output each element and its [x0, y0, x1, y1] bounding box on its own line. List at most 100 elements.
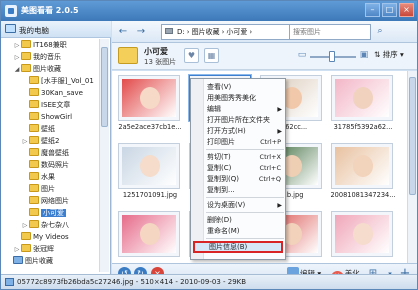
- breadcrumb-separator-icon[interactable]: ›: [249, 28, 252, 36]
- sidebar-header[interactable]: 我的电脑: [1, 21, 111, 38]
- thumbnail-item[interactable]: 2a5e2ace37cb1e...: [118, 75, 182, 133]
- favorite-heart-icon[interactable]: ♥: [184, 48, 199, 63]
- zoom-slider-handle[interactable]: [329, 51, 336, 62]
- menu-item-label: 设为桌面(V): [207, 201, 246, 209]
- menu-item[interactable]: 剪切(T) Ctrl+X: [205, 152, 285, 163]
- menu-item[interactable]: 复制到...: [205, 185, 285, 196]
- folder-icon: [29, 208, 39, 216]
- tree-item[interactable]: 小可爱: [21, 208, 66, 219]
- breadcrumb-segment[interactable]: 小可爱: [224, 25, 249, 39]
- tree-item[interactable]: 图片收藏: [5, 256, 53, 267]
- tree-item[interactable]: 30Kan_save: [21, 88, 83, 99]
- tree-item-label: 小可爱: [41, 209, 66, 217]
- sidebar-scroll-thumb[interactable]: [101, 47, 108, 127]
- tree-item-label: 魔兽壁纸: [41, 149, 69, 157]
- menu-item[interactable]: 用美图秀秀美化: [205, 93, 285, 104]
- thumbnail-caption: 2a5e2ace37cb1e...: [118, 123, 182, 131]
- tree-item[interactable]: My Videos: [13, 232, 69, 243]
- folder-icon: [29, 172, 39, 180]
- back-button[interactable]: ←: [116, 25, 130, 39]
- thumbnail-image[interactable]: [331, 75, 393, 121]
- sidebar-header-label: 我的电脑: [19, 26, 49, 35]
- zoom-out-icon[interactable]: ▭: [296, 49, 308, 61]
- folder-icon: [29, 196, 39, 204]
- tree-expander-icon[interactable]: ▷: [13, 40, 21, 51]
- tree-expander-icon[interactable]: ▷: [21, 220, 29, 231]
- thumbnail-image[interactable]: [331, 211, 393, 257]
- thumbnail-image[interactable]: [118, 75, 180, 121]
- tree-item[interactable]: ISEE文章: [21, 100, 70, 111]
- menu-item[interactable]: 打印图片 Ctrl+P: [205, 137, 285, 148]
- tree-item[interactable]: ▷ 我的音乐: [13, 52, 61, 63]
- menu-item-label: 用美图秀秀美化: [207, 94, 256, 102]
- tree-item[interactable]: 水果: [21, 172, 55, 183]
- tree-item[interactable]: ▷ IT168兼职: [13, 40, 67, 51]
- thumbnail-image[interactable]: [118, 211, 180, 257]
- menu-item[interactable]: 复制到(Q) Ctrl+Q: [205, 174, 285, 185]
- search-icon[interactable]: ⌕: [372, 24, 388, 40]
- drive-icon: [165, 28, 173, 34]
- menu-shortcut: Ctrl+Q: [258, 175, 281, 183]
- menu-item[interactable]: 查看(V): [205, 82, 285, 93]
- menu-item[interactable]: 编辑 ▶: [205, 104, 285, 115]
- tree-item[interactable]: 魔兽壁纸: [21, 148, 69, 159]
- maximize-button[interactable]: □: [382, 3, 397, 17]
- menu-item[interactable]: 打开图片所在文件夹: [205, 115, 285, 126]
- title-bar[interactable]: 美图看看 2.0.5 – □ ×: [1, 1, 417, 21]
- forward-button[interactable]: →: [134, 25, 148, 39]
- thumbnail-item[interactable]: [331, 211, 393, 269]
- thumbnail-image[interactable]: [118, 143, 180, 189]
- menu-item[interactable]: 图片信息(B): [193, 241, 283, 253]
- breadcrumb-segment[interactable]: D:: [175, 25, 187, 39]
- menu-item[interactable]: 设为桌面(V) ▶: [205, 200, 285, 211]
- tree-item[interactable]: 壁纸: [21, 124, 55, 135]
- tree-item-label: 我的音乐: [33, 53, 61, 61]
- folder-icon: [29, 136, 39, 144]
- zoom-in-icon[interactable]: ▣: [358, 49, 370, 61]
- tree-item[interactable]: ◢ 图片收藏: [13, 64, 61, 75]
- navigation-toolbar: ← → D:›图片收藏›小可爱› ⌕: [112, 21, 417, 43]
- tree-expander-icon[interactable]: ▷: [13, 52, 21, 63]
- tree-item[interactable]: ▷ 壁纸2: [21, 136, 59, 147]
- window-controls: – □ ×: [365, 3, 414, 17]
- thumbnail-image[interactable]: [331, 143, 393, 189]
- tree-item-label: ShowGirl: [41, 113, 73, 121]
- menu-item-label: 打开图片所在文件夹: [207, 116, 270, 124]
- close-button[interactable]: ×: [399, 3, 414, 17]
- tree-item[interactable]: ▷ 张冠辉: [13, 244, 54, 255]
- breadcrumb-segment[interactable]: 图片收藏: [190, 25, 222, 39]
- grid-scroll-thumb[interactable]: [409, 77, 416, 195]
- tree-item[interactable]: 网络图片: [21, 196, 69, 207]
- tree-item[interactable]: 数码照片: [21, 160, 69, 171]
- thumbnail-item[interactable]: 31785f5392a62...: [331, 75, 393, 133]
- menu-item[interactable]: 复制(C) Ctrl+C: [205, 163, 285, 174]
- menu-item[interactable]: 删除(D): [205, 215, 285, 226]
- tree-item-label: 数码照片: [41, 161, 69, 169]
- thumbnail-item[interactable]: 20081081347234...: [330, 143, 396, 201]
- sort-button[interactable]: ⇅ 排序 ▾: [374, 49, 404, 60]
- folder-icon: [29, 220, 39, 228]
- folder-icon: [29, 148, 39, 156]
- minimize-button[interactable]: –: [365, 3, 380, 17]
- tree-item[interactable]: [水手服]_Vol_01: [21, 76, 94, 87]
- tree-expander-icon[interactable]: ◢: [13, 64, 21, 75]
- share-icon[interactable]: ▦: [204, 48, 219, 63]
- grid-scrollbar[interactable]: [407, 71, 417, 263]
- tree-item[interactable]: 图片: [21, 184, 55, 195]
- tree-item[interactable]: ▷ 杂七杂八: [21, 220, 69, 231]
- search-input[interactable]: [289, 24, 371, 40]
- menu-shortcut: Ctrl+C: [259, 164, 281, 172]
- folder-icon: [29, 100, 39, 108]
- tree-expander-icon[interactable]: ▷: [21, 136, 29, 147]
- menu-item[interactable]: 重命名(M): [205, 226, 285, 237]
- status-bar: 05772c8973fb26bda5c27246.jpg - 510×414 -…: [1, 274, 417, 289]
- sidebar-scrollbar[interactable]: [99, 39, 109, 272]
- thumbnail-item[interactable]: [118, 211, 180, 269]
- thumbnail-item[interactable]: 1251701091.jpg: [118, 143, 180, 201]
- tree-item-label: 图片: [41, 185, 55, 193]
- tree-item[interactable]: ShowGirl: [21, 112, 72, 123]
- menu-item[interactable]: 打开方式(H) ▶: [205, 126, 285, 137]
- menu-item-label: 复制到...: [207, 186, 235, 194]
- tree-expander-icon[interactable]: ▷: [13, 244, 21, 255]
- folder-icon: [21, 40, 31, 48]
